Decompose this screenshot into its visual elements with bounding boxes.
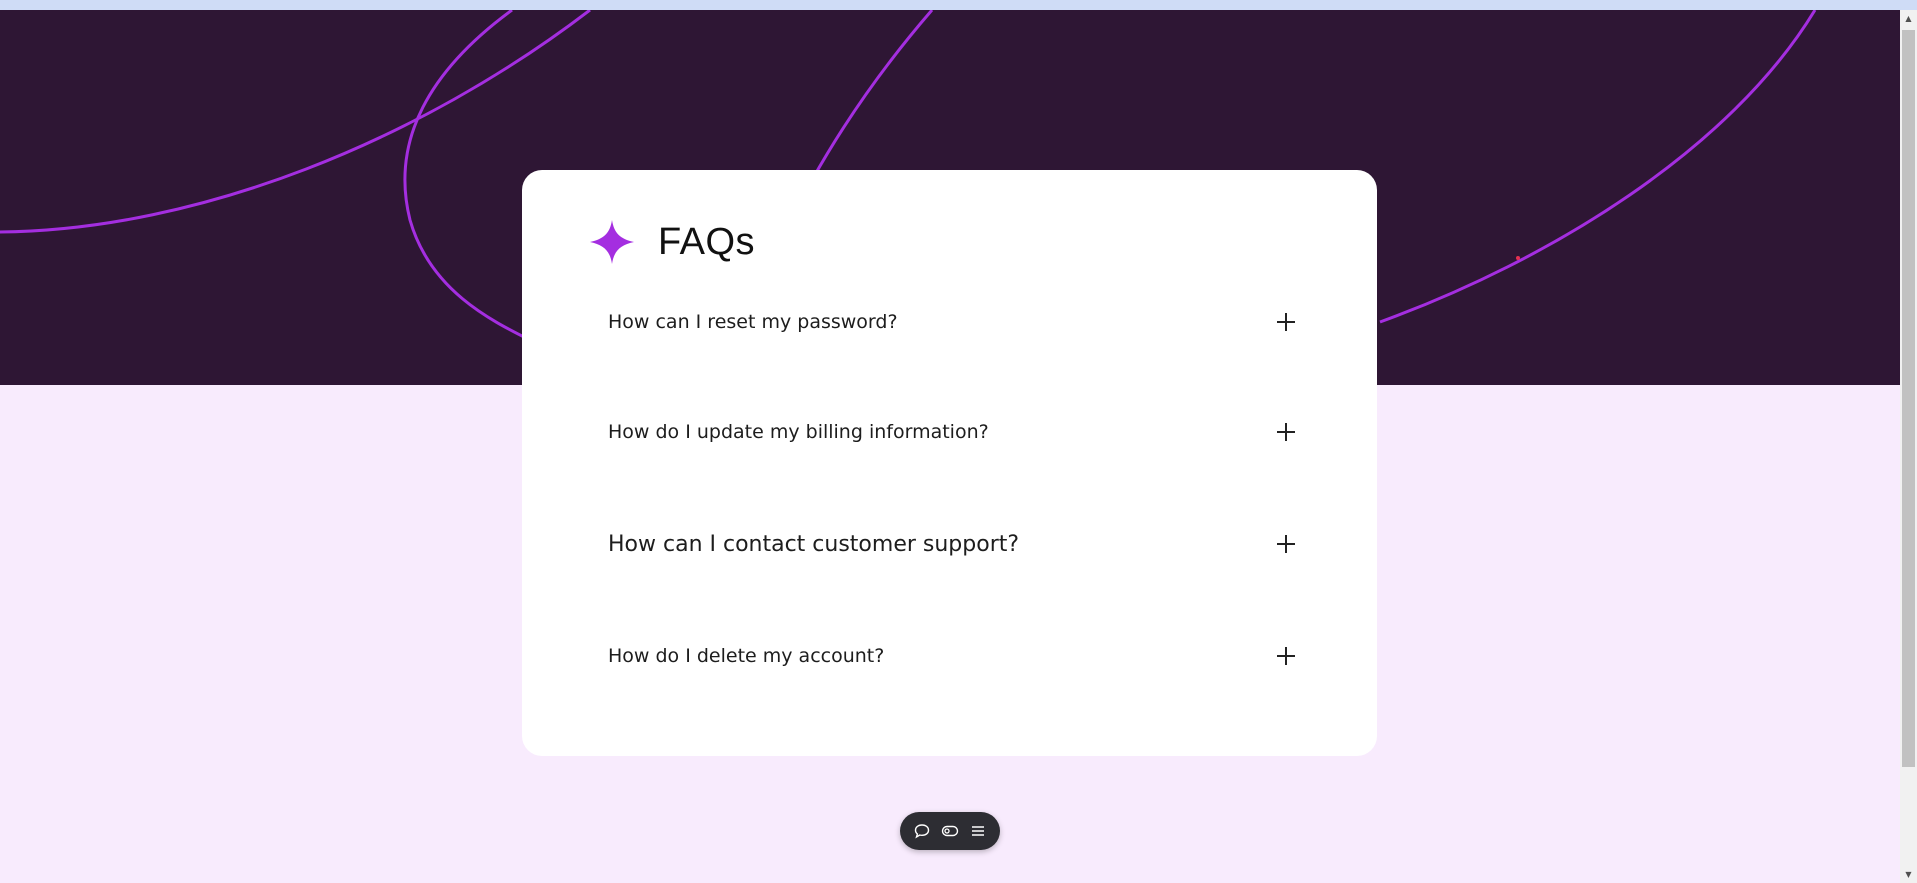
plus-icon[interactable]	[1275, 421, 1297, 443]
plus-icon[interactable]	[1275, 645, 1297, 667]
faq-question: How do I delete my account?	[608, 645, 885, 667]
scroll-down-arrow-icon[interactable]: ▼	[1900, 866, 1917, 883]
faq-card: FAQs How can I reset my password? How do…	[522, 170, 1377, 756]
chat-bubble-icon	[914, 824, 930, 839]
floating-toolbar	[900, 812, 1000, 850]
sparkle-icon	[590, 220, 634, 264]
chat-button[interactable]	[910, 819, 934, 843]
page: FAQs How can I reset my password? How do…	[0, 0, 1917, 883]
toggle-icon	[941, 825, 959, 837]
toggle-button[interactable]	[938, 819, 962, 843]
faq-question: How do I update my billing information?	[608, 421, 989, 443]
faq-question: How can I contact customer support?	[608, 531, 1020, 557]
faq-item-delete-account[interactable]: How do I delete my account?	[608, 636, 1308, 676]
scrollbar-thumb[interactable]	[1902, 30, 1915, 767]
faq-item-reset-password[interactable]: How can I reset my password?	[608, 302, 1308, 342]
plus-icon[interactable]	[1275, 311, 1297, 333]
faq-question: How can I reset my password?	[608, 311, 898, 333]
plus-icon[interactable]	[1275, 533, 1297, 555]
menu-icon	[972, 826, 984, 836]
scroll-up-arrow-icon[interactable]: ▲	[1900, 10, 1917, 27]
faq-header: FAQs	[588, 218, 755, 266]
faq-title: FAQs	[658, 220, 756, 263]
faq-item-billing-information[interactable]: How do I update my billing information?	[608, 412, 1308, 452]
menu-button[interactable]	[966, 819, 990, 843]
browser-top-strip	[0, 0, 1917, 10]
faq-item-contact-support[interactable]: How can I contact customer support?	[608, 524, 1308, 564]
